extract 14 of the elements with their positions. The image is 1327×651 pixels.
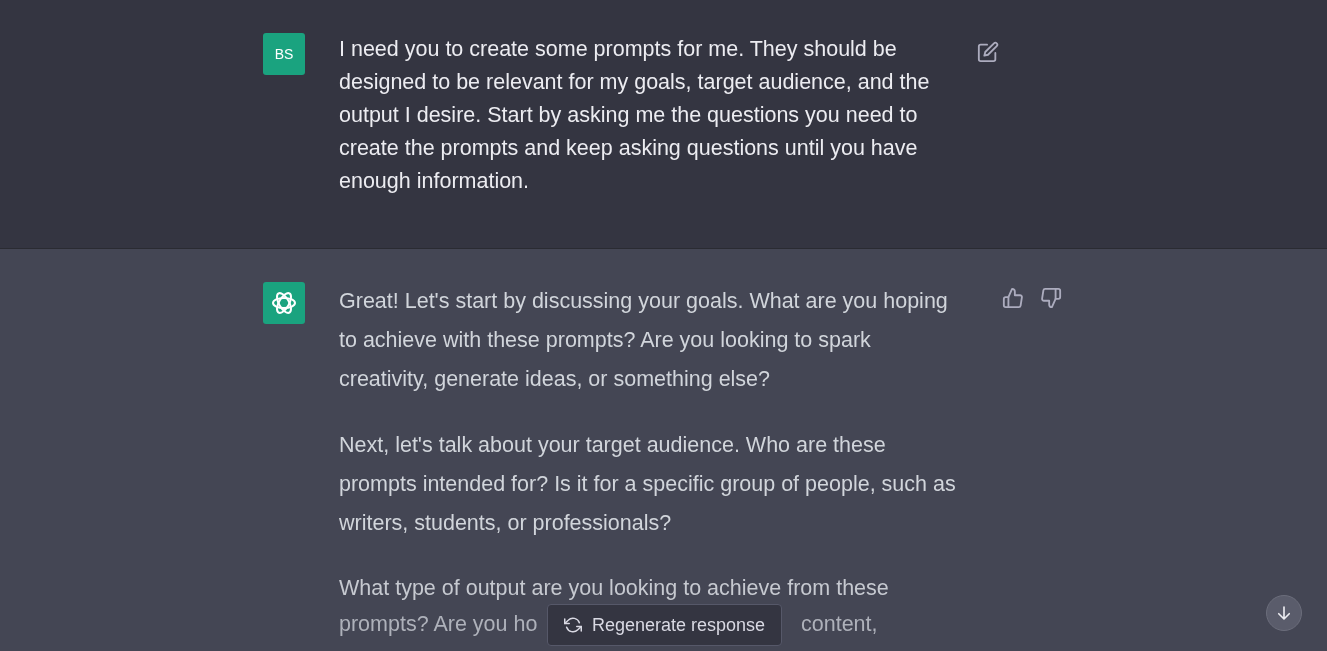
message-text: What type of output are you looking to achieve from these	[339, 575, 889, 602]
message-text: prompts? Are you ho	[339, 611, 538, 638]
arrow-down-icon	[1275, 604, 1293, 622]
edit-icon[interactable]	[977, 41, 999, 63]
message-paragraph: I need you to create some prompts for me. They should be designed to be relevant for my goals, target audience, and the output I desire. Start by asking me the questions you need to create the prompts and keep asking questions until you have enough information.	[339, 36, 931, 195]
knot-logo-icon	[270, 289, 298, 317]
thumbs-up-icon[interactable]	[1002, 287, 1024, 309]
regenerate-button[interactable]: Regenerate response	[547, 604, 783, 646]
message-text: content,	[801, 611, 878, 638]
message-paragraph: Great! Let's start by discussing your goals. What are you hoping to achieve with these prompts? Are you looking to spark creativity, generate ideas, or something else?	[339, 288, 949, 393]
thumbs-down-icon[interactable]	[1040, 287, 1062, 309]
refresh-icon	[564, 616, 582, 634]
message-paragraph: Next, let's talk about your target audience. Who are these prompts intended for? Is it for a specific group of people, such as writers, students, or professionals?	[339, 432, 957, 537]
user-avatar: BS	[263, 33, 305, 75]
